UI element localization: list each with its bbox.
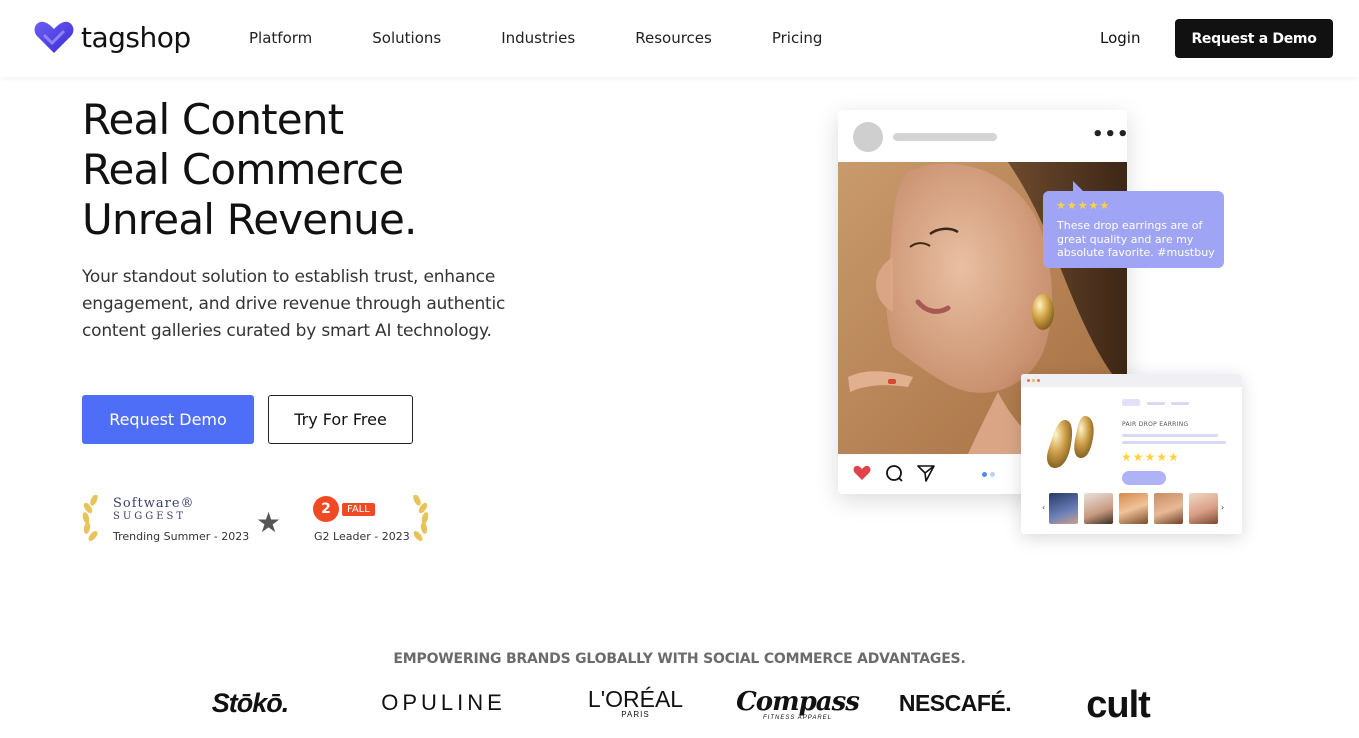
earring-product-image [1047,416,1094,468]
thumbnail[interactable] [1049,493,1078,524]
heart-icon[interactable] [853,465,871,481]
software-suggest-award: Software® SUGGEST Trending Summer - 2023 [80,493,250,543]
thumbnail[interactable] [1119,493,1148,524]
carousel-dots [982,472,995,477]
more-options-icon[interactable]: ••• [1092,124,1127,145]
top-navbar: tagshop Platform Solutions Industries Re… [0,0,1359,77]
g2-award: 2 FALL G2 Leader - 2023 [305,493,435,543]
brand-compass-logo: Compass FITNESS APPAREL [736,683,860,727]
chevron-left-icon[interactable]: ‹ [1042,503,1045,512]
loreal-wordmark: L'ORÉAL [587,685,684,712]
comment-icon[interactable] [885,464,903,482]
star-divider-icon: ★ [256,506,282,539]
g2-fall-badge: FALL [342,503,375,516]
nav-resources[interactable]: Resources [635,29,712,47]
window-bar [1021,374,1242,387]
loreal-paris: PARIS [621,709,650,719]
review-text: These drop earrings are of great quality… [1057,219,1215,259]
laurel-right-icon [413,495,429,541]
brands-title: EMPOWERING BRANDS GLOBALLY WITH SOCIAL C… [393,651,966,667]
product-stars: ★★★★★ [1121,450,1180,464]
thumbnail[interactable] [1084,493,1113,524]
nav-pricing[interactable]: Pricing [772,29,823,47]
product-tag-placeholder [1122,399,1140,406]
brand-opuline-logo: OPULINE [381,690,506,715]
hero-subtitle: Your standout solution to establish trus… [82,267,506,341]
thumbnail-strip [1049,493,1218,524]
avatar [853,122,883,152]
logo-text: tagshop [81,20,191,54]
nav-industries[interactable]: Industries [501,29,575,47]
g2-logo-icon: 2 [313,496,339,522]
text-placeholder [1122,434,1218,437]
ss-award-caption: Trending Summer - 2023 [113,530,250,543]
product-card: PAIR DROP EARRING ★★★★★ ‹ › [1021,374,1242,534]
product-name: PAIR DROP EARRING [1122,421,1189,428]
nav-solutions[interactable]: Solutions [372,29,441,47]
text-placeholder [1122,441,1226,444]
g2-award-caption: G2 Leader - 2023 [314,530,410,543]
post-actions [853,464,935,482]
brand-cult-logo: cult [1086,683,1151,726]
add-to-cart-button[interactable] [1122,471,1166,485]
compass-tagline: FITNESS APPAREL [762,715,832,721]
nav-links: Platform Solutions Industries Resources … [249,29,882,47]
tagshop-logo[interactable]: tagshop [33,19,191,55]
review-stars: ★★★★★ [1056,199,1111,212]
brand-loreal-logo: L'ORÉAL PARIS [578,683,693,723]
brand-nescafe-logo: NESCAFÉ. [898,689,1012,716]
software-suggest-logo: Software® SUGGEST [113,497,195,523]
username-placeholder [893,133,997,141]
compass-wordmark: Compass [736,687,860,717]
review-bubble: ★★★★★ These drop earrings are of great q… [1043,181,1224,268]
ss-logo-line1: Software® [113,496,195,511]
text-placeholder [1171,402,1189,405]
hero-title-line: Real Content [82,95,344,144]
hero-title: Real Content Real Commerce Unreal Revenu… [82,95,417,245]
thumbnail[interactable] [1154,493,1183,524]
request-demo-nav-button[interactable]: Request a Demo [1175,19,1333,58]
chevron-right-icon[interactable]: › [1221,503,1224,512]
share-icon[interactable] [917,464,935,482]
heart-tag-icon [34,21,74,53]
thumbnail[interactable] [1189,493,1218,524]
hero-title-line: Real Commerce [82,145,404,194]
text-placeholder [1147,402,1165,405]
nav-platform[interactable]: Platform [249,29,312,47]
ss-logo-line2: SUGGEST [113,511,187,522]
hero-title-line: Unreal Revenue. [82,195,417,244]
laurel-left-icon [82,495,98,541]
request-demo-button[interactable]: Request Demo [82,395,254,444]
try-for-free-button[interactable]: Try For Free [268,395,413,444]
brand-stoko-logo: Stōkō. [211,687,290,718]
login-link[interactable]: Login [1100,29,1140,47]
